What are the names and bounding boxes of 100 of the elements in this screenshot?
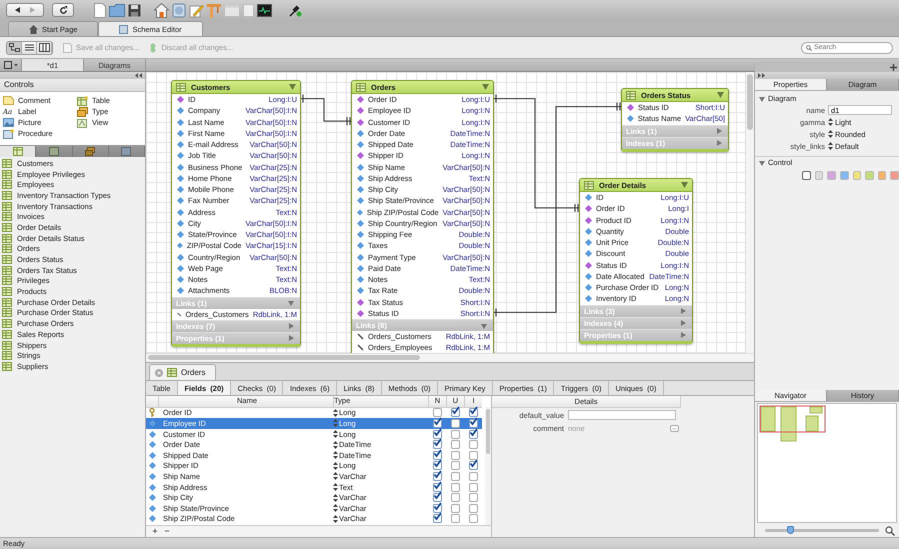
checkbox[interactable] [450, 450, 460, 460]
entity-card[interactable] [579, 178, 693, 344]
procedure-icon[interactable] [121, 147, 132, 156]
add-panel-button[interactable] [890, 64, 897, 70]
checkbox[interactable] [432, 482, 442, 492]
collapsed-triangle-icon[interactable] [680, 320, 686, 326]
list-icon[interactable] [24, 43, 34, 52]
columns-icon[interactable] [38, 43, 50, 52]
checkbox[interactable] [468, 430, 478, 439]
expanded-triangle-icon[interactable] [481, 322, 487, 328]
reload-button[interactable] [52, 3, 74, 17]
color-swatch[interactable] [865, 171, 874, 180]
checkbox[interactable] [432, 440, 442, 450]
reload-icon[interactable] [58, 6, 68, 14]
checkbox[interactable] [468, 472, 478, 481]
schema-icon[interactable] [119, 24, 128, 34]
scrollbar[interactable] [745, 72, 754, 354]
color-swatch[interactable] [827, 171, 836, 180]
color-swatch[interactable] [852, 171, 862, 180]
object-tab[interactable] [36, 146, 72, 157]
expanded-triangle-icon[interactable] [759, 160, 765, 166]
checkbox[interactable] [450, 418, 460, 428]
checkbox[interactable] [450, 440, 460, 450]
collapsed-triangle-icon[interactable] [716, 140, 722, 146]
checkbox[interactable] [468, 514, 478, 524]
forward-icon[interactable] [28, 6, 36, 14]
checkbox[interactable] [450, 504, 460, 513]
checkbox[interactable] [432, 418, 442, 428]
home-icon[interactable] [29, 24, 38, 34]
close-icon[interactable] [155, 368, 163, 376]
checkbox[interactable] [468, 418, 478, 428]
object-tab[interactable] [108, 146, 145, 157]
scrollbar[interactable] [146, 353, 754, 362]
collapsed-triangle-icon[interactable] [716, 128, 722, 134]
checkbox[interactable] [468, 493, 478, 502]
object-tab[interactable] [0, 146, 36, 157]
checkbox[interactable] [468, 504, 478, 513]
document-tab[interactable]: Orders [149, 364, 216, 380]
dropdown-triangle-icon[interactable] [482, 84, 489, 90]
checkbox[interactable] [432, 461, 442, 470]
table-icon[interactable] [12, 147, 23, 156]
checkbox[interactable] [450, 472, 460, 481]
checkbox[interactable] [450, 514, 460, 524]
color-swatch[interactable] [890, 171, 899, 180]
crane-icon[interactable] [207, 2, 221, 18]
monitor-icon[interactable] [257, 4, 272, 16]
color-swatch[interactable] [840, 171, 848, 180]
edit-icon[interactable] [189, 2, 204, 18]
scrollbar[interactable] [485, 407, 491, 525]
save-icon[interactable] [128, 4, 141, 16]
collapsed-triangle-icon[interactable] [680, 308, 686, 314]
input-field[interactable] [568, 410, 676, 420]
add-button[interactable]: + [150, 527, 160, 536]
dropdown-triangle-icon[interactable] [289, 84, 296, 90]
square-menu-icon[interactable] [4, 61, 18, 69]
checkbox[interactable] [450, 493, 460, 502]
expanded-triangle-icon[interactable] [759, 96, 765, 102]
stacked-boxes-icon[interactable] [85, 147, 96, 156]
checkbox[interactable] [432, 408, 442, 418]
checkbox[interactable] [432, 493, 442, 502]
diagram-view-button[interactable] [7, 42, 22, 54]
checkbox[interactable] [432, 472, 442, 481]
remove-button[interactable]: − [162, 527, 172, 536]
collapsed-triangle-icon[interactable] [288, 335, 294, 342]
list-view-button[interactable] [22, 42, 37, 54]
back-forward-control[interactable] [6, 3, 44, 17]
entity-card[interactable] [171, 80, 301, 347]
window-icon[interactable] [224, 4, 240, 16]
dropdown-triangle-icon[interactable] [717, 92, 724, 98]
checkbox[interactable] [450, 430, 460, 439]
checkbox[interactable] [432, 450, 442, 460]
zoom-slider[interactable] [765, 529, 879, 532]
plug-icon[interactable] [289, 4, 302, 16]
home-icon[interactable] [154, 2, 169, 18]
expanded-triangle-icon[interactable] [288, 300, 294, 306]
page-icon[interactable] [243, 4, 254, 16]
checkbox[interactable] [450, 461, 460, 470]
checkbox[interactable] [468, 461, 478, 470]
columns-view-button[interactable] [37, 42, 52, 54]
database-icon[interactable] [172, 2, 186, 18]
diagram-icon[interactable] [8, 43, 20, 52]
checkbox[interactable] [468, 482, 478, 492]
checkbox[interactable] [450, 482, 460, 492]
checkbox[interactable] [432, 504, 442, 513]
checkbox[interactable] [468, 440, 478, 450]
zoom-icon[interactable] [885, 526, 895, 536]
collapsed-triangle-icon[interactable] [680, 332, 686, 338]
color-swatch[interactable] [814, 171, 824, 180]
checkbox[interactable] [468, 450, 478, 460]
checkbox[interactable] [432, 514, 442, 524]
checkbox[interactable] [450, 408, 460, 418]
color-swatch[interactable] [878, 171, 886, 180]
back-icon[interactable] [14, 6, 22, 14]
color-swatch[interactable] [802, 171, 811, 180]
collapsed-triangle-icon[interactable] [288, 323, 294, 330]
dropdown-triangle-icon[interactable] [681, 182, 688, 188]
view-icon[interactable] [48, 147, 59, 156]
object-tab[interactable] [72, 146, 109, 157]
slider-thumb[interactable] [787, 526, 794, 534]
checkbox[interactable] [432, 430, 442, 439]
